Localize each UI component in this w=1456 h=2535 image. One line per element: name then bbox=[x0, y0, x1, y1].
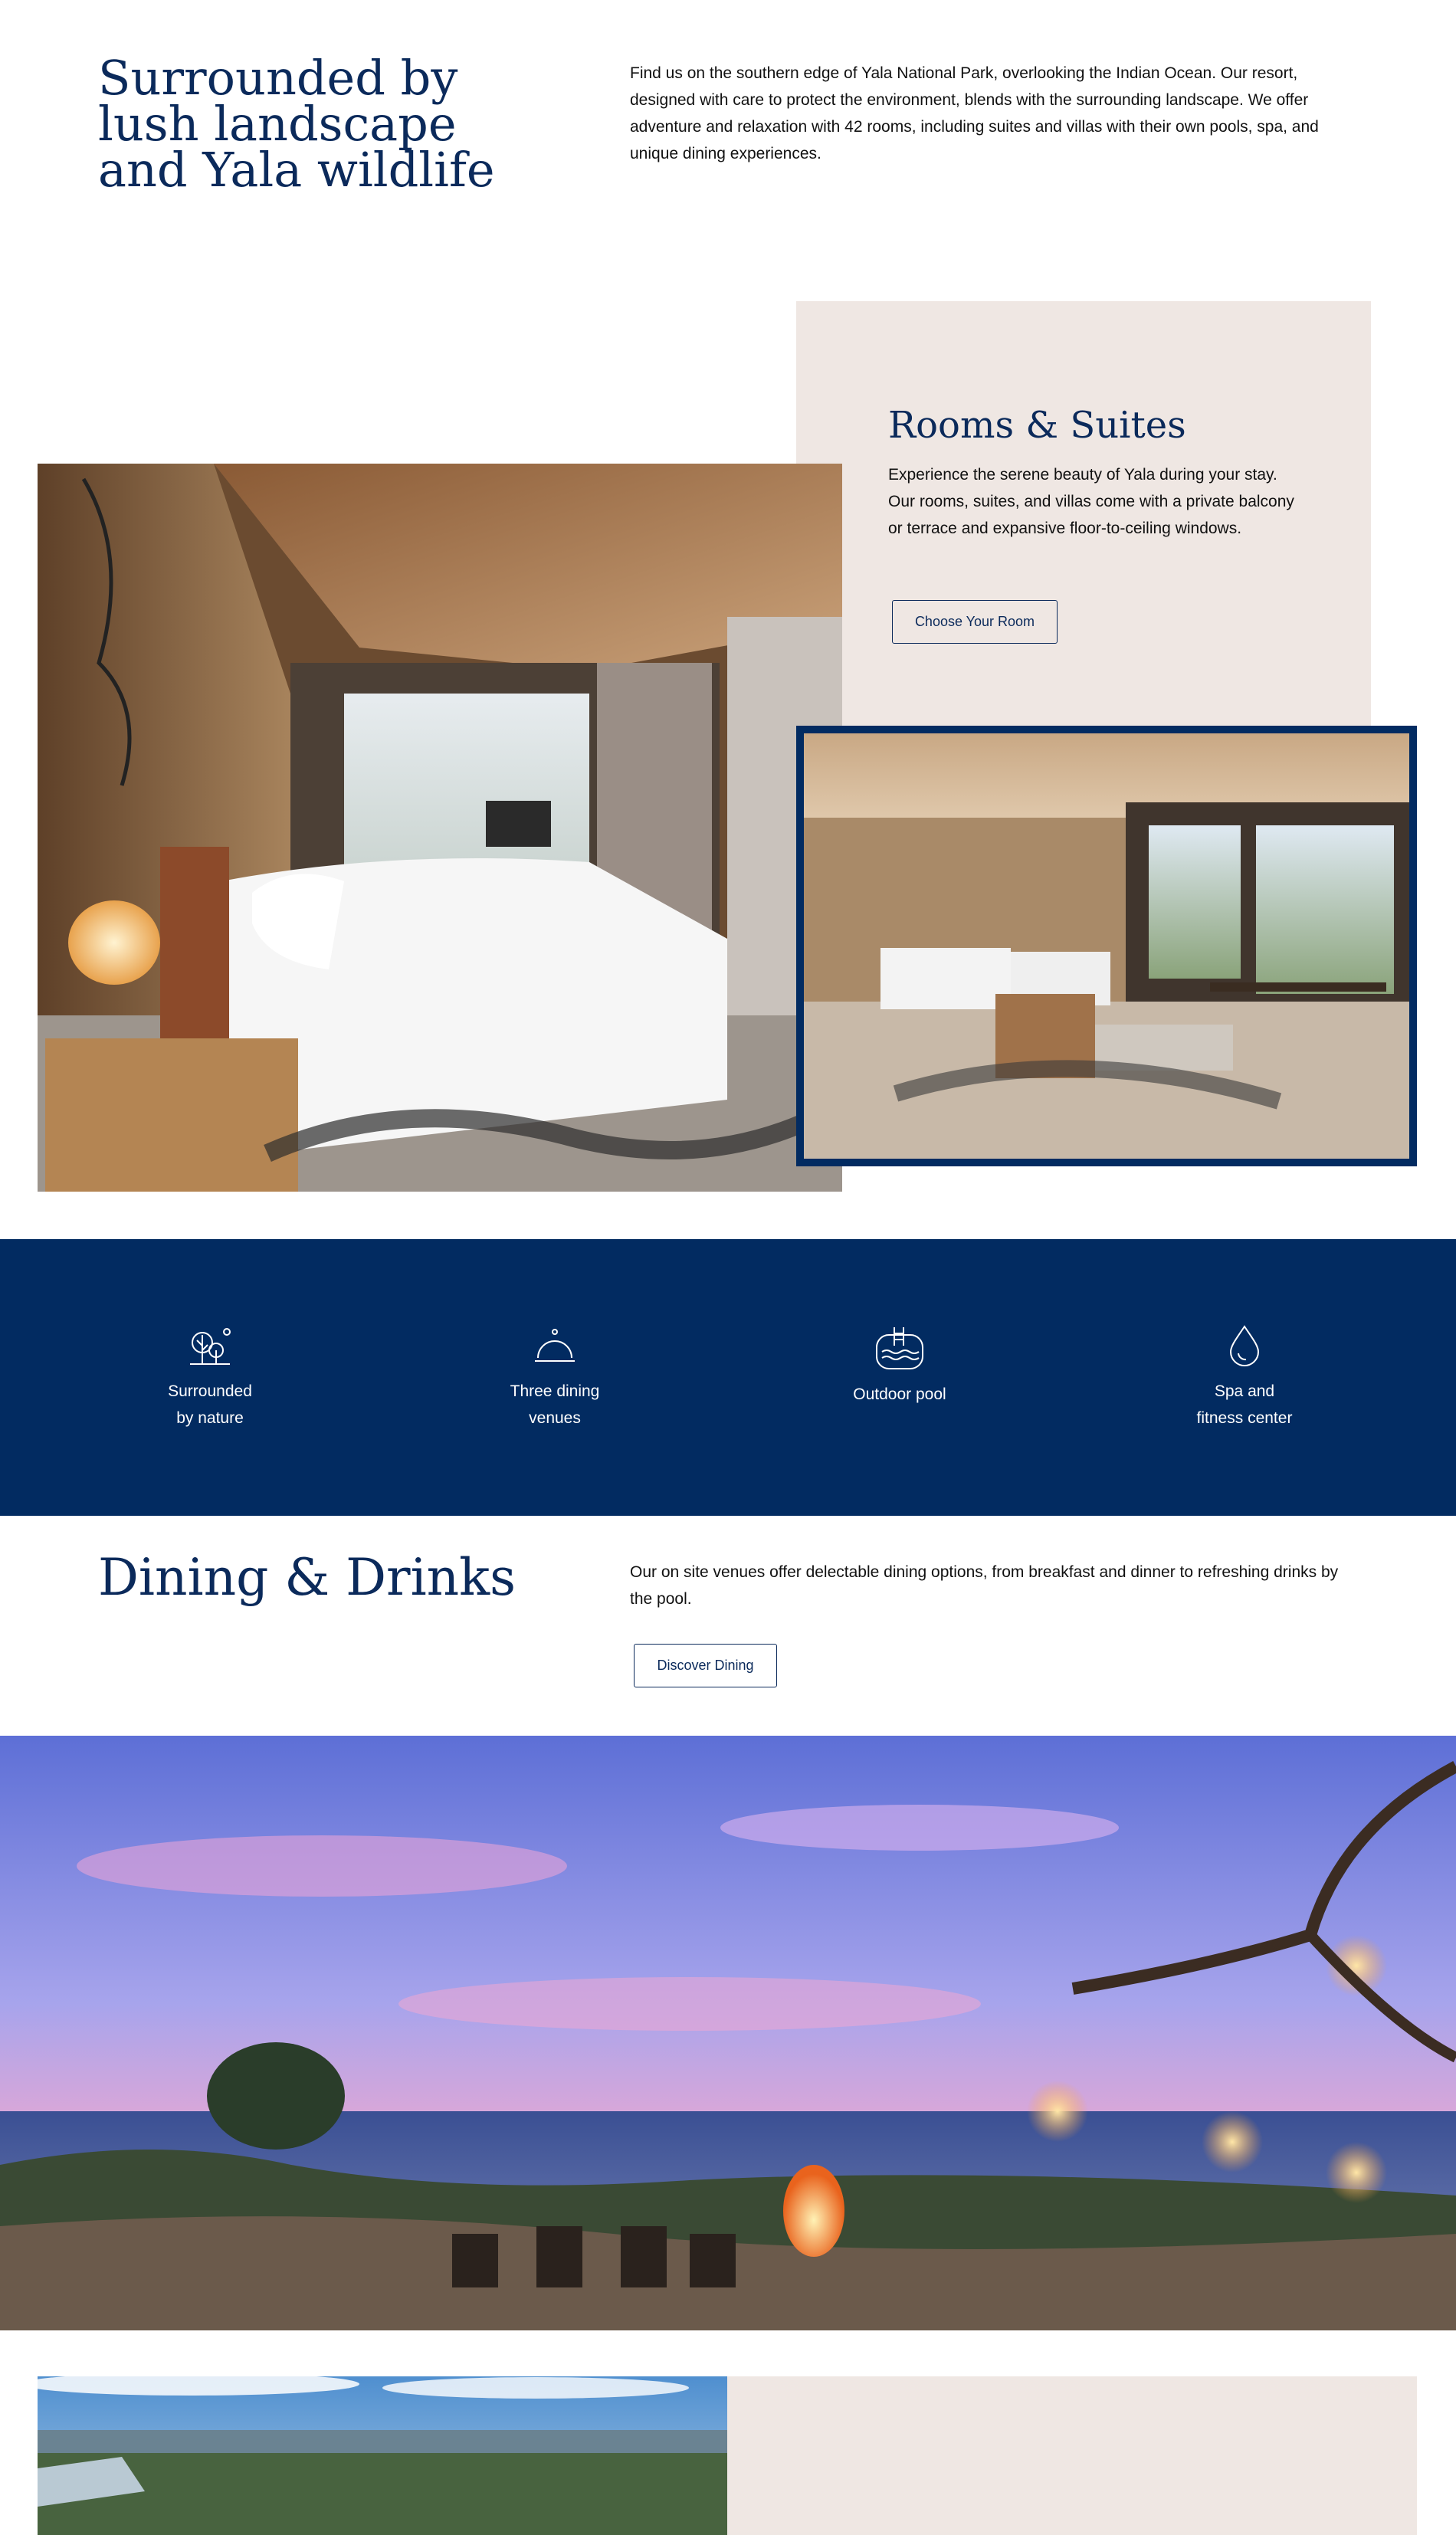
pool-icon bbox=[876, 1327, 923, 1369]
bedroom-photo bbox=[38, 464, 842, 1192]
suite-photo bbox=[796, 726, 1417, 1166]
beach-dinner-illustration bbox=[0, 1736, 1456, 2330]
discover-dining-button[interactable]: Discover Dining bbox=[634, 1644, 777, 1687]
amenity-pool: Outdoor pool bbox=[785, 1324, 1015, 1408]
water-drop-icon bbox=[1229, 1325, 1260, 1366]
amenity-dining: Three dining venues bbox=[440, 1324, 670, 1431]
choose-room-button[interactable]: Choose Your Room bbox=[892, 600, 1058, 644]
amenity-nature: Surrounded by nature bbox=[95, 1324, 325, 1431]
amenity-label: Three dining venues bbox=[510, 1382, 600, 1427]
amenity-label: Surrounded by nature bbox=[168, 1382, 252, 1427]
intro-title: Surrounded by lush landscape and Yala wi… bbox=[98, 50, 495, 198]
dining-title: Dining & Drinks bbox=[98, 1548, 516, 1607]
dining-panorama-photo bbox=[0, 1736, 1456, 2330]
dining-text: Our on site venues offer delectable dini… bbox=[630, 1563, 1339, 1608]
landscape-photo bbox=[38, 2376, 727, 2535]
amenity-spa: Spa and fitness center bbox=[1130, 1324, 1359, 1431]
cloche-icon bbox=[535, 1329, 575, 1362]
trees-icon bbox=[190, 1328, 231, 1365]
amenity-label: Spa and fitness center bbox=[1196, 1382, 1293, 1427]
bedroom-illustration bbox=[38, 464, 842, 1192]
bottom-beige-panel bbox=[727, 2376, 1417, 2535]
amenity-label: Outdoor pool bbox=[853, 1386, 946, 1403]
suite-illustration bbox=[804, 733, 1409, 1159]
intro-text: Find us on the southern edge of Yala Nat… bbox=[630, 64, 1319, 162]
rooms-title: Rooms & Suites bbox=[888, 404, 1186, 447]
aerial-landscape-illustration bbox=[38, 2376, 727, 2535]
rooms-text: Experience the serene beauty of Yala dur… bbox=[888, 466, 1294, 537]
